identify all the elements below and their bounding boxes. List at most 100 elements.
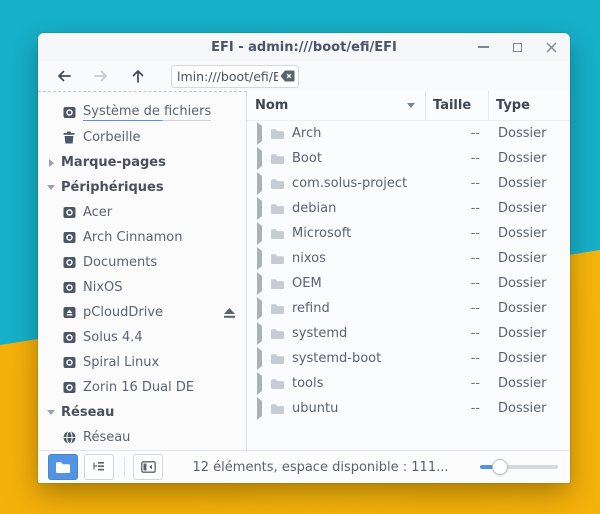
up-button[interactable]: [124, 64, 152, 88]
up-icon: [131, 68, 145, 84]
sidebar-section-marque-pages[interactable]: Marque-pages: [38, 150, 246, 175]
sidebar-section-label: Périphériques: [61, 180, 164, 195]
status-text: 12 éléments, espace disponible : 111...: [169, 460, 472, 475]
folder-icon: [270, 278, 285, 290]
zoom-slider-handle[interactable]: [492, 459, 508, 475]
column-header-taille[interactable]: Taille: [425, 91, 488, 120]
row-expander-icon[interactable]: [257, 276, 262, 291]
expander-collapsed-icon[interactable]: [45, 159, 57, 167]
sidebar-item-nixos[interactable]: NixOS: [38, 275, 246, 300]
column-header-type[interactable]: Type: [488, 91, 570, 120]
column-header-nom[interactable]: Nom: [247, 91, 425, 120]
folder-icon: [270, 203, 285, 215]
forward-button[interactable]: [87, 64, 115, 88]
file-row-systemd[interactable]: systemd -- Dossier: [247, 321, 570, 346]
sidebar-item-pclouddrive[interactable]: pCloudDrive: [38, 300, 246, 325]
sidebar-section-peripheriques[interactable]: Périphériques: [38, 175, 246, 200]
drive-icon: [62, 331, 76, 344]
file-row-oem[interactable]: OEM -- Dossier: [247, 271, 570, 296]
eject-icon: [223, 307, 236, 319]
sidebar-item-label: Réseau: [83, 430, 130, 445]
sidebar-item-label: NixOS: [83, 280, 123, 295]
row-expander-icon[interactable]: [257, 326, 262, 341]
file-row-refind[interactable]: refind -- Dossier: [247, 296, 570, 321]
row-expander-icon[interactable]: [257, 301, 262, 316]
forward-icon: [93, 69, 109, 83]
back-icon: [56, 69, 72, 83]
sidebar-item-label: Spiral Linux: [83, 355, 159, 370]
location-bar: [171, 65, 299, 88]
folder-icon: [270, 153, 285, 165]
close-icon: [546, 42, 557, 53]
desktop-wallpaper: EFI - admin:///boot/efi/EFI: [0, 0, 600, 514]
zoom-slider[interactable]: [480, 458, 558, 476]
clear-location-icon[interactable]: [280, 70, 295, 82]
list-view-button[interactable]: [84, 454, 114, 480]
file-manager-window: EFI - admin:///boot/efi/EFI: [38, 33, 570, 483]
file-row-systemd-boot[interactable]: systemd-boot -- Dossier: [247, 346, 570, 371]
folder-icon: [270, 403, 285, 415]
sidebar-item-documents[interactable]: Documents: [38, 250, 246, 275]
list-view-icon: [92, 461, 106, 473]
toolbar: [38, 61, 570, 91]
file-row-boot[interactable]: Boot -- Dossier: [247, 146, 570, 171]
drive-icon: [62, 256, 76, 269]
file-row-debian[interactable]: debian -- Dossier: [247, 196, 570, 221]
sidebar-item-solus-44[interactable]: Solus 4.4: [38, 325, 246, 350]
sidebar-item-acer[interactable]: Acer: [38, 200, 246, 225]
folder-icon: [270, 253, 285, 265]
folder-icon: [270, 353, 285, 365]
network-globe-icon: [62, 431, 76, 444]
sidebar-item-reseau[interactable]: Réseau: [38, 425, 246, 450]
sidebar-item-zorin-16-dual-de[interactable]: Zorin 16 Dual DE: [38, 375, 246, 400]
row-expander-icon[interactable]: [257, 201, 262, 216]
sidebar-item-label: Système de fichiers: [83, 104, 211, 121]
drive-icon: [62, 206, 76, 219]
file-row-com-solus-project[interactable]: com.solus-project -- Dossier: [247, 171, 570, 196]
file-row-tools[interactable]: tools -- Dossier: [247, 371, 570, 396]
sidebar-item-label: Arch Cinnamon: [83, 230, 182, 245]
sidebar-item-spiral-linux[interactable]: Spiral Linux: [38, 350, 246, 375]
close-button[interactable]: [545, 41, 558, 54]
sidebar-item-corbeille[interactable]: Corbeille: [38, 125, 246, 150]
maximize-icon: [513, 43, 522, 52]
minimize-button[interactable]: [477, 41, 490, 54]
sidebar-toggle-icon: [141, 461, 156, 473]
folder-icon: [270, 303, 285, 315]
folder-icon: [270, 178, 285, 190]
list-header: Nom Taille Type: [247, 91, 570, 121]
back-button[interactable]: [50, 64, 78, 88]
row-expander-icon[interactable]: [257, 176, 262, 191]
file-row-microsoft[interactable]: Microsoft -- Dossier: [247, 221, 570, 246]
maximize-button[interactable]: [511, 41, 524, 54]
folder-view-icon: [55, 461, 71, 474]
row-expander-icon[interactable]: [257, 151, 262, 166]
folder-icon: [270, 378, 285, 390]
row-expander-icon[interactable]: [257, 126, 262, 141]
sidebar-item-arch-cinnamon[interactable]: Arch Cinnamon: [38, 225, 246, 250]
drive-icon: [62, 106, 76, 119]
expander-expanded-icon[interactable]: [45, 185, 57, 190]
file-row-arch[interactable]: Arch -- Dossier: [247, 121, 570, 146]
row-expander-icon[interactable]: [257, 251, 262, 266]
sidebar-item-label: pCloudDrive: [83, 305, 163, 320]
row-expander-icon[interactable]: [257, 351, 262, 366]
drive-icon: [62, 356, 76, 369]
row-expander-icon[interactable]: [257, 401, 262, 416]
sidebar-item-label: Acer: [83, 205, 112, 220]
eject-button[interactable]: [223, 307, 236, 319]
icon-view-button[interactable]: [48, 454, 78, 480]
row-expander-icon[interactable]: [257, 376, 262, 391]
file-row-nixos[interactable]: nixos -- Dossier: [247, 246, 570, 271]
sidebar-section-reseau[interactable]: Réseau: [38, 400, 246, 425]
toggle-sidebar-button[interactable]: [133, 454, 163, 480]
titlebar[interactable]: EFI - admin:///boot/efi/EFI: [38, 33, 570, 61]
folder-icon: [270, 128, 285, 140]
folder-icon: [270, 328, 285, 340]
sidebar-item-systeme-de-fichiers[interactable]: Système de fichiers: [38, 100, 246, 125]
row-expander-icon[interactable]: [257, 226, 262, 241]
removable-drive-icon: [62, 306, 76, 319]
file-row-ubuntu[interactable]: ubuntu -- Dossier: [247, 396, 570, 421]
sidebar-item-label: Documents: [83, 255, 157, 270]
expander-expanded-icon[interactable]: [45, 410, 57, 415]
